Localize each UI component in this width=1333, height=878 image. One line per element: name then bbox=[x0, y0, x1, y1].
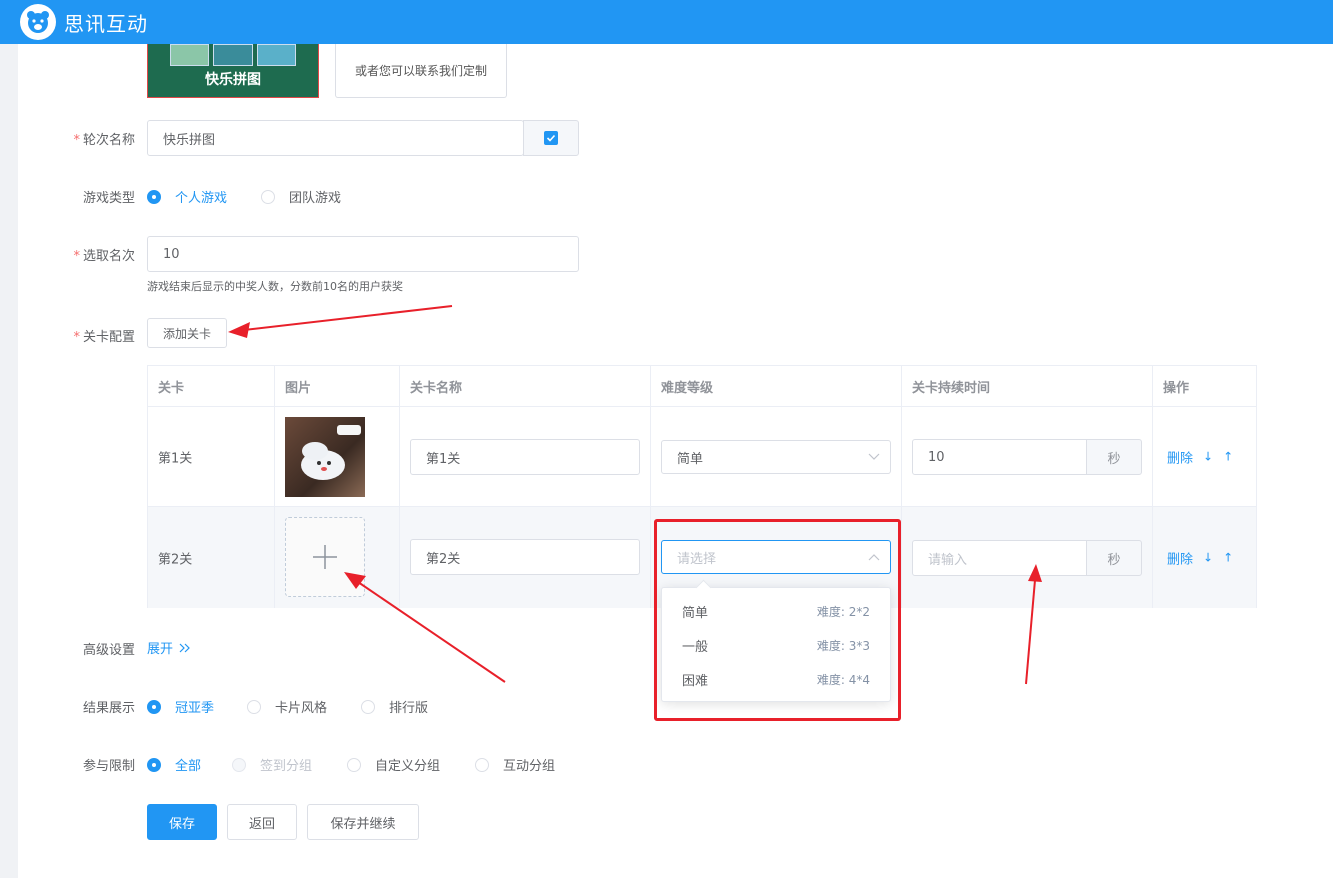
custom-template-card[interactable]: 或者您可以联系我们定制 bbox=[335, 44, 507, 98]
result-label: 结果展示 bbox=[82, 701, 135, 716]
limit-label: 参与限制 bbox=[82, 759, 135, 774]
bear-logo-icon bbox=[20, 4, 56, 40]
top-bar: 思讯互动 bbox=[0, 0, 1333, 44]
add-level-button[interactable]: 添加关卡 bbox=[147, 318, 227, 348]
level-name-input[interactable]: 第1关 bbox=[410, 439, 640, 475]
game-type-label: 游戏类型 bbox=[82, 191, 135, 206]
rank-input[interactable]: 10 bbox=[147, 236, 579, 272]
rank-hint: 游戏结束后显示的中奖人数，分数前10名的用户获奖 bbox=[147, 280, 403, 293]
advanced-label: 高级设置 bbox=[82, 643, 135, 658]
radio-leaderboard[interactable]: 排行版 bbox=[361, 697, 428, 716]
image-upload-box[interactable] bbox=[285, 517, 365, 597]
app-title: 思讯互动 bbox=[64, 11, 148, 36]
level-image-thumbnail[interactable] bbox=[285, 417, 365, 497]
radio-card-style[interactable]: 卡片风格 bbox=[247, 697, 327, 716]
difficulty-select[interactable]: 简单 bbox=[661, 440, 891, 474]
seconds-unit: 秒 bbox=[1086, 540, 1142, 576]
move-down-icon[interactable]: ↓ bbox=[1203, 551, 1213, 565]
template-card-selected[interactable]: 快乐拼图 bbox=[147, 44, 319, 98]
save-button[interactable]: 保存 bbox=[147, 804, 217, 840]
move-up-icon[interactable]: ↑ bbox=[1223, 551, 1233, 565]
duration-input[interactable]: 请输入 bbox=[912, 540, 1087, 576]
round-name-label: * 轮次名称 bbox=[73, 133, 135, 148]
th-duration: 关卡持续时间 bbox=[902, 366, 1153, 407]
radio-personal-game[interactable]: 个人游戏 bbox=[147, 187, 227, 206]
save-continue-button[interactable]: 保存并继续 bbox=[307, 804, 419, 840]
back-button[interactable]: 返回 bbox=[227, 804, 297, 840]
radio-team-game[interactable]: 团队游戏 bbox=[261, 187, 341, 206]
th-level: 关卡 bbox=[148, 366, 275, 407]
radio-interactive-group[interactable]: 互动分组 bbox=[475, 755, 555, 774]
template-preview bbox=[170, 44, 296, 66]
radio-custom-group[interactable]: 自定义分组 bbox=[347, 755, 440, 774]
duration-input[interactable]: 10 bbox=[912, 439, 1087, 475]
level-number: 第2关 bbox=[158, 552, 193, 567]
level-name-input[interactable]: 第2关 bbox=[410, 539, 640, 575]
radio-podium[interactable]: 冠亚季 bbox=[147, 697, 214, 716]
annotation-highlight-box bbox=[654, 519, 901, 721]
round-name-input[interactable]: 快乐拼图 bbox=[147, 120, 524, 156]
th-difficulty: 难度等级 bbox=[651, 366, 902, 407]
expand-link[interactable]: 展开 bbox=[147, 638, 191, 657]
table-row: 第1关 第1关 简单 10 秒 删除 ↓ ↑ bbox=[148, 407, 1256, 507]
th-image: 图片 bbox=[275, 366, 400, 407]
delete-link[interactable]: 删除 bbox=[1167, 447, 1193, 466]
double-chevron-right-icon bbox=[179, 643, 190, 652]
move-up-icon[interactable]: ↑ bbox=[1223, 450, 1233, 464]
radio-checkin-group: 签到分组 bbox=[232, 755, 312, 774]
radio-all[interactable]: 全部 bbox=[147, 755, 201, 774]
plus-icon bbox=[313, 545, 337, 569]
th-level-name: 关卡名称 bbox=[400, 366, 651, 407]
move-down-icon[interactable]: ↓ bbox=[1203, 450, 1213, 464]
rank-label: * 选取名次 bbox=[73, 249, 135, 264]
levels-label: * 关卡配置 bbox=[73, 330, 135, 345]
checkbox-checked-icon[interactable] bbox=[544, 131, 558, 145]
template-name: 快乐拼图 bbox=[205, 72, 261, 88]
level-number: 第1关 bbox=[158, 451, 193, 466]
th-actions: 操作 bbox=[1153, 366, 1256, 407]
round-name-checkbox-addon[interactable] bbox=[523, 120, 579, 156]
custom-template-text: 或者您可以联系我们定制 bbox=[354, 64, 487, 78]
chevron-down-icon bbox=[868, 453, 880, 460]
delete-link[interactable]: 删除 bbox=[1167, 548, 1193, 567]
seconds-unit: 秒 bbox=[1086, 439, 1142, 475]
